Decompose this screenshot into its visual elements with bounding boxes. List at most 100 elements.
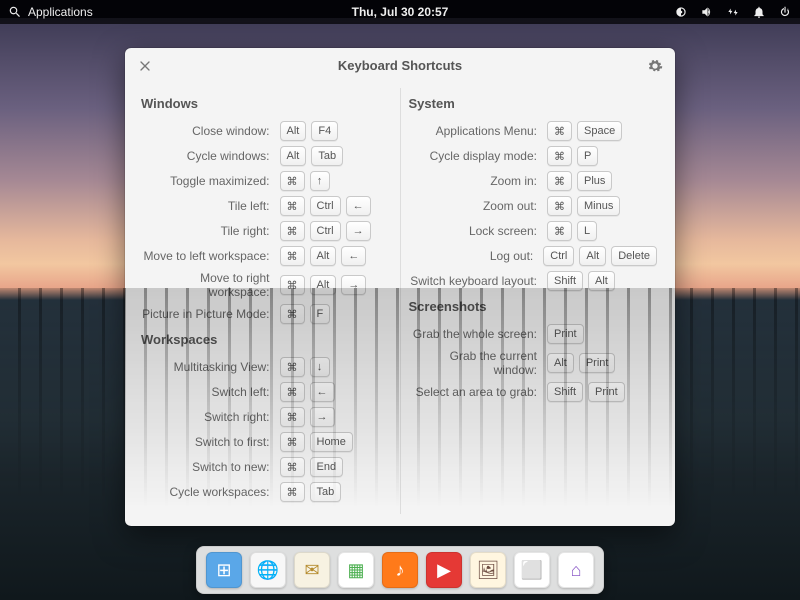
keycap: ⌘	[547, 171, 572, 191]
shortcut-label: Picture in Picture Mode:	[137, 307, 280, 321]
shortcut-keys: ⌘Space	[547, 121, 657, 141]
volume-icon[interactable]	[700, 5, 714, 19]
shortcut-keys: ⌘Ctrl→	[280, 221, 390, 241]
shortcut-keys: ⌘Alt→	[280, 275, 390, 295]
keycap: Alt	[547, 353, 574, 373]
shortcut-keys: Print	[547, 324, 657, 344]
keycap: Ctrl	[310, 221, 341, 241]
panel-clock[interactable]: Thu, Jul 30 20:57	[352, 5, 449, 19]
keycap: Space	[577, 121, 622, 141]
keycap: Shift	[547, 382, 583, 402]
keycap: Shift	[547, 271, 583, 291]
shortcut-label: Zoom out:	[405, 199, 548, 213]
shortcut-label: Switch to new:	[137, 460, 280, 474]
power-icon[interactable]	[778, 5, 792, 19]
shortcut-row: Close window:AltF4	[137, 121, 390, 141]
shortcut-label: Select an area to grab:	[405, 385, 548, 399]
shortcut-keys: ShiftAlt	[547, 271, 657, 291]
keycap: ⌘	[547, 121, 572, 141]
dock-item-multitasking-view[interactable]: ⊞	[206, 552, 242, 588]
network-icon[interactable]	[726, 5, 740, 19]
shortcut-label: Grab the current window:	[405, 349, 548, 377]
shortcut-label: Tile left:	[137, 199, 280, 213]
shortcut-label: Lock screen:	[405, 224, 548, 238]
notifications-icon[interactable]	[752, 5, 766, 19]
shortcut-label: Grab the whole screen:	[405, 327, 548, 341]
dock-item-photos[interactable]: 🖼	[470, 552, 506, 588]
shortcut-label: Switch keyboard layout:	[405, 274, 548, 288]
keycap: ⌘	[547, 146, 572, 166]
dock-item-mail[interactable]: ✉	[294, 552, 330, 588]
keycap: ⌘	[547, 196, 572, 216]
keycap: →	[346, 221, 371, 241]
keycap: ⌘	[280, 482, 305, 502]
shortcut-keys: CtrlAltDelete	[543, 246, 657, 266]
shortcut-label: Switch right:	[137, 410, 280, 424]
keycap: ⌘	[280, 275, 305, 295]
keycap: End	[310, 457, 344, 477]
shortcut-row: Tile right:⌘Ctrl→	[137, 221, 390, 241]
keycap: Alt	[310, 275, 337, 295]
shortcut-label: Log out:	[405, 249, 544, 263]
shortcut-label: Tile right:	[137, 224, 280, 238]
shortcut-row: Switch keyboard layout:ShiftAlt	[405, 271, 658, 291]
shortcut-keys: ⌘Ctrl←	[280, 196, 390, 216]
keycap: Tab	[310, 482, 342, 502]
shortcut-keys: ⌘Alt←	[280, 246, 390, 266]
keycap: L	[577, 221, 597, 241]
shortcut-row: Grab the whole screen:Print	[405, 324, 658, 344]
gear-icon[interactable]	[647, 58, 663, 74]
shortcut-row: Zoom in:⌘Plus	[405, 171, 658, 191]
close-icon[interactable]	[137, 58, 153, 74]
search-icon	[8, 5, 22, 19]
shortcut-label: Move to right workspace:	[137, 271, 280, 299]
keycap: ⌘	[280, 246, 305, 266]
dock-item-switchboard[interactable]: ⬜	[514, 552, 550, 588]
shortcut-keys: ⌘End	[280, 457, 390, 477]
shortcut-label: Move to left workspace:	[137, 249, 280, 263]
keycap: ⌘	[280, 304, 305, 324]
keycap: Alt	[310, 246, 337, 266]
shortcut-label: Switch to first:	[137, 435, 280, 449]
keycap: Alt	[588, 271, 615, 291]
keycap: ⌘	[280, 457, 305, 477]
keycap: ⌘	[280, 196, 305, 216]
shortcut-keys: ⌘Tab	[280, 482, 390, 502]
shortcut-keys: AltTab	[280, 146, 390, 166]
shortcut-row: Lock screen:⌘L	[405, 221, 658, 241]
keycap: ⌘	[547, 221, 572, 241]
keycap: F	[310, 304, 331, 324]
shortcut-row: Cycle windows:AltTab	[137, 146, 390, 166]
shortcut-keys: ⌘↑	[280, 171, 390, 191]
keycap: ⌘	[280, 221, 305, 241]
shortcut-keys: ⌘←	[280, 382, 390, 402]
keycap: Print	[588, 382, 625, 402]
shortcut-row: Grab the current window:AltPrint	[405, 349, 658, 377]
shortcut-label: Applications Menu:	[405, 124, 548, 138]
applications-menu-button[interactable]: Applications	[8, 5, 93, 19]
shortcut-row: Cycle display mode:⌘P	[405, 146, 658, 166]
shortcut-row: Log out:CtrlAltDelete	[405, 246, 658, 266]
shortcut-row: Zoom out:⌘Minus	[405, 196, 658, 216]
dock-item-music[interactable]: ♪	[382, 552, 418, 588]
keycap: Delete	[611, 246, 657, 266]
dock-item-videos[interactable]: ▶	[426, 552, 462, 588]
shortcut-keys: ⌘Plus	[547, 171, 657, 191]
keycap: P	[577, 146, 598, 166]
keycap: Ctrl	[543, 246, 574, 266]
dock-item-appcenter[interactable]: ⌂	[558, 552, 594, 588]
keycap: ⌘	[280, 407, 305, 427]
keycap: Alt	[280, 121, 307, 141]
keycap: ⌘	[280, 382, 305, 402]
shortcut-label: Zoom in:	[405, 174, 548, 188]
keycap: Tab	[311, 146, 343, 166]
night-light-icon[interactable]	[674, 5, 688, 19]
dock-item-calendar[interactable]: ▦	[338, 552, 374, 588]
dock-item-web-browser[interactable]: 🌐	[250, 552, 286, 588]
dialog-title: Keyboard Shortcuts	[153, 58, 647, 73]
section-heading-workspaces: Workspaces	[141, 332, 390, 347]
shortcut-row: Switch to new:⌘End	[137, 457, 390, 477]
keycap: ←	[310, 382, 335, 402]
shortcut-keys: ⌘Home	[280, 432, 390, 452]
keycap: →	[310, 407, 335, 427]
